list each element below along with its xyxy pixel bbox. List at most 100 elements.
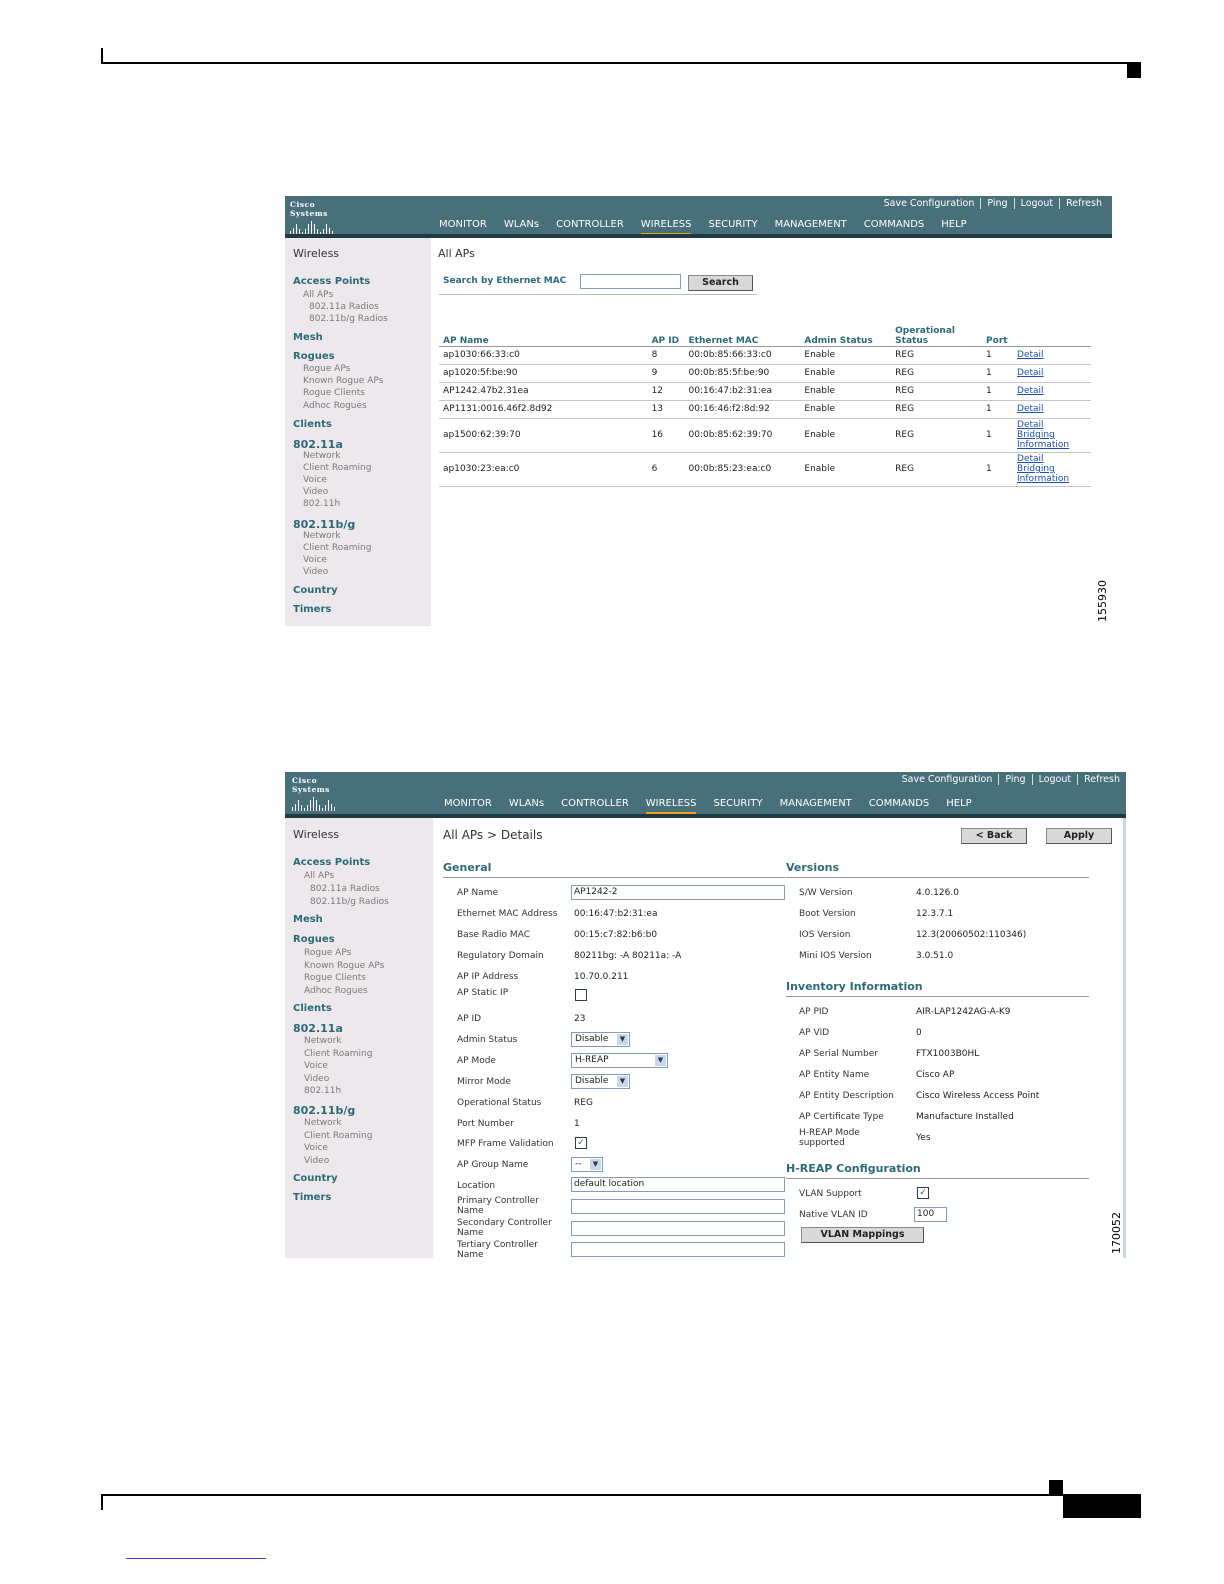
back-button[interactable]: < Back <box>961 828 1027 844</box>
nav-help[interactable]: HELP <box>946 798 971 815</box>
col-port[interactable]: Port <box>982 318 1014 347</box>
ping-link[interactable]: Ping <box>980 198 1013 209</box>
sidebar-all-aps[interactable]: All APs <box>303 290 333 300</box>
sidebar-80211bg-radios[interactable]: 802.11b/g Radios <box>310 897 389 907</box>
sidebar-80211a[interactable]: 802.11a <box>293 438 343 451</box>
sidebar-known-rogue-aps[interactable]: Known Rogue APs <box>304 961 384 971</box>
detail-link[interactable]: Detail <box>1017 404 1087 414</box>
search-mac-input[interactable] <box>580 274 681 289</box>
sidebar-adhoc-rogues[interactable]: Adhoc Rogues <box>304 986 368 996</box>
sidebar-timers[interactable]: Timers <box>293 1192 331 1203</box>
sidebar-80211a-video[interactable]: Video <box>304 1074 329 1084</box>
sidebar-80211bg-network[interactable]: Network <box>304 1118 342 1128</box>
col-ap-id[interactable]: AP ID <box>647 318 685 347</box>
ap-mode-select[interactable]: H-REAP ▼ <box>571 1053 668 1068</box>
sidebar-80211a-network[interactable]: Network <box>304 1036 342 1046</box>
refresh-link[interactable]: Refresh <box>1077 774 1126 785</box>
mirror-mode-select[interactable]: Disable ▼ <box>571 1074 630 1089</box>
sidebar-80211a-voice[interactable]: Voice <box>304 1061 328 1071</box>
sidebar-all-aps[interactable]: All APs <box>304 871 334 881</box>
nav-management[interactable]: MANAGEMENT <box>780 798 852 815</box>
admin-status-select[interactable]: Disable ▼ <box>571 1032 630 1047</box>
sidebar-access-points[interactable]: Access Points <box>293 276 370 287</box>
col-admin-status[interactable]: Admin Status <box>800 318 892 347</box>
ap-name-input[interactable]: AP1242-2 <box>571 885 785 900</box>
ap-group-name-select[interactable]: -- ▼ <box>571 1157 603 1172</box>
tertiary-controller-input[interactable] <box>571 1242 785 1257</box>
logout-link[interactable]: Logout <box>1013 198 1060 209</box>
nav-monitor[interactable]: MONITOR <box>444 798 492 815</box>
sidebar-80211bg-radios[interactable]: 802.11b/g Radios <box>309 314 388 324</box>
save-configuration-link[interactable]: Save Configuration <box>896 774 999 785</box>
sidebar-80211bg-client-roaming[interactable]: Client Roaming <box>304 1131 372 1141</box>
refresh-link[interactable]: Refresh <box>1059 198 1108 209</box>
apply-button[interactable]: Apply <box>1046 828 1112 844</box>
sidebar-country[interactable]: Country <box>293 1173 338 1184</box>
nav-commands[interactable]: COMMANDS <box>869 798 929 815</box>
vlan-mappings-button[interactable]: VLAN Mappings <box>801 1227 924 1243</box>
sidebar-80211a-client-roaming[interactable]: Client Roaming <box>303 463 371 473</box>
sidebar-access-points[interactable]: Access Points <box>293 857 370 868</box>
nav-wlans[interactable]: WLANs <box>509 798 544 815</box>
sidebar-80211bg-voice[interactable]: Voice <box>303 555 327 565</box>
sidebar-mesh[interactable]: Mesh <box>293 914 323 925</box>
sidebar-rogues[interactable]: Rogues <box>293 351 335 362</box>
native-vlan-id-input[interactable]: 100 <box>914 1207 947 1222</box>
sidebar-mesh[interactable]: Mesh <box>293 332 323 343</box>
secondary-controller-input[interactable] <box>571 1221 785 1236</box>
ap-static-ip-checkbox[interactable] <box>575 989 587 1001</box>
detail-link[interactable]: Detail <box>1017 420 1087 430</box>
bridging-information-link[interactable]: Information <box>1017 440 1087 450</box>
sidebar-80211a-voice[interactable]: Voice <box>303 475 327 485</box>
sidebar-timers[interactable]: Timers <box>293 604 331 615</box>
save-configuration-link[interactable]: Save Configuration <box>878 198 981 209</box>
sidebar-rogues[interactable]: Rogues <box>293 934 335 945</box>
logout-link[interactable]: Logout <box>1031 774 1078 785</box>
nav-controller[interactable]: CONTROLLER <box>561 798 629 815</box>
sidebar-country[interactable]: Country <box>293 585 338 596</box>
sidebar-rogue-clients[interactable]: Rogue Clients <box>303 388 365 398</box>
col-ethernet-mac[interactable]: Ethernet MAC <box>684 318 801 347</box>
sidebar-80211bg-video[interactable]: Video <box>304 1156 329 1166</box>
sidebar-80211bg-network[interactable]: Network <box>303 531 341 541</box>
footer-rule <box>101 1494 1141 1496</box>
sidebar-80211h[interactable]: 802.11h <box>303 499 340 509</box>
search-button[interactable]: Search <box>688 275 753 291</box>
mfp-frame-validation-checkbox[interactable]: ✓ <box>575 1137 587 1149</box>
sidebar-rogue-aps[interactable]: Rogue APs <box>304 948 351 958</box>
col-operational-status[interactable]: Operational Status <box>891 318 983 347</box>
nav-security[interactable]: SECURITY <box>713 798 762 815</box>
sidebar-80211bg-video[interactable]: Video <box>303 567 328 577</box>
col-ap-name[interactable]: AP Name <box>439 318 648 347</box>
location-input[interactable]: default location <box>571 1177 785 1192</box>
primary-controller-input[interactable] <box>571 1199 785 1214</box>
sidebar-known-rogue-aps[interactable]: Known Rogue APs <box>303 376 383 386</box>
scrollbar[interactable] <box>1123 818 1126 1258</box>
detail-link[interactable]: Detail <box>1017 368 1087 378</box>
sidebar-rogue-clients[interactable]: Rogue Clients <box>304 973 366 983</box>
sidebar-80211a-radios[interactable]: 802.11a Radios <box>309 302 379 312</box>
sidebar-80211bg[interactable]: 802.11b/g <box>293 518 355 531</box>
sidebar-80211a-client-roaming[interactable]: Client Roaming <box>304 1049 372 1059</box>
sidebar-80211a-radios[interactable]: 802.11a Radios <box>310 884 380 894</box>
sidebar-80211bg[interactable]: 802.11b/g <box>293 1104 355 1117</box>
detail-link[interactable]: Detail <box>1017 350 1087 360</box>
detail-link[interactable]: Detail <box>1017 454 1087 464</box>
ping-link[interactable]: Ping <box>998 774 1031 785</box>
sidebar-rogue-aps[interactable]: Rogue APs <box>303 364 350 374</box>
sidebar-80211a[interactable]: 802.11a <box>293 1022 343 1035</box>
sidebar-clients[interactable]: Clients <box>293 419 332 430</box>
sidebar-80211h[interactable]: 802.11h <box>304 1086 341 1096</box>
sidebar-80211bg-voice[interactable]: Voice <box>304 1143 328 1153</box>
sidebar-80211a-network[interactable]: Network <box>303 451 341 461</box>
sidebar-clients[interactable]: Clients <box>293 1003 332 1014</box>
sidebar-80211bg-client-roaming[interactable]: Client Roaming <box>303 543 371 553</box>
vlan-support-checkbox[interactable]: ✓ <box>917 1187 929 1199</box>
bridging-information-link[interactable]: Information <box>1017 474 1087 484</box>
bridging-information-link[interactable]: Bridging <box>1017 430 1087 440</box>
bridging-information-link[interactable]: Bridging <box>1017 464 1087 474</box>
nav-wireless[interactable]: WIRELESS <box>645 798 697 815</box>
sidebar-adhoc-rogues[interactable]: Adhoc Rogues <box>303 401 367 411</box>
detail-link[interactable]: Detail <box>1017 386 1087 396</box>
sidebar-80211a-video[interactable]: Video <box>303 487 328 497</box>
